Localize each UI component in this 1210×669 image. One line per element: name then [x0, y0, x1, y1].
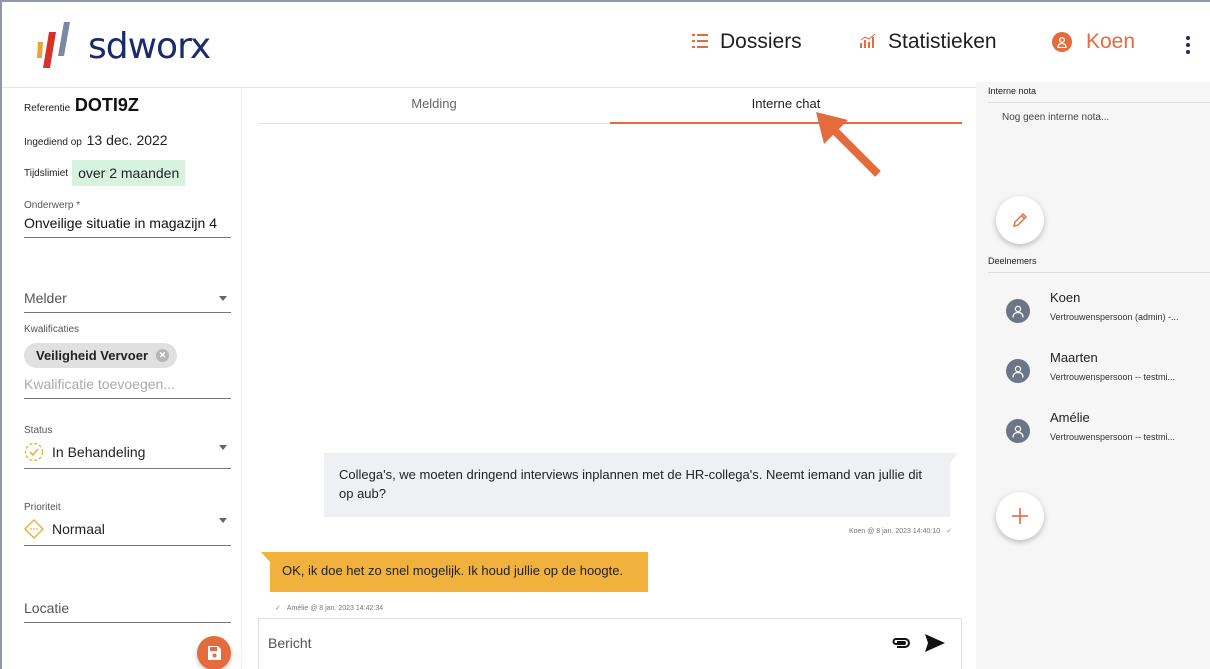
subject-field[interactable]: Onderwerp * Onveilige situatie in magazi…: [24, 200, 231, 238]
participant-role: Vertrouwenspersoon -- testmi...: [1050, 432, 1176, 442]
participant-name: Koen: [1050, 290, 1081, 305]
chevron-down-icon: [219, 518, 227, 523]
chat-message-incoming: Collega's, we moeten dringend interviews…: [324, 453, 958, 517]
location-field[interactable]: Locatie: [24, 596, 231, 623]
annotation-arrow-icon: [816, 112, 881, 177]
list-icon: [692, 32, 708, 53]
participant-name: Maarten: [1050, 350, 1098, 365]
attachment-icon[interactable]: [891, 636, 911, 650]
user-name: Koen: [1086, 30, 1136, 53]
qualification-input[interactable]: Kwalificatie toevoegen...: [24, 376, 231, 392]
save-button[interactable]: [197, 636, 231, 669]
subject-label: Onderwerp *: [24, 200, 81, 211]
priority-label: Prioriteit: [24, 502, 61, 513]
participant-role: Vertrouwenspersoon -- testmi...: [1050, 372, 1176, 382]
avatar-icon: [1006, 419, 1030, 443]
user-avatar-icon: [1052, 32, 1072, 52]
tab-melding[interactable]: Melding: [258, 88, 610, 123]
message-meta-text: Amélie @ 8 jan. 2023 14:42:34: [286, 605, 384, 612]
priority-normal-icon: [24, 519, 44, 539]
logo-text: sdworx: [88, 25, 211, 67]
nav-statistics[interactable]: Statistieken: [860, 30, 997, 54]
nav-statistics-label: Statistieken: [888, 30, 997, 53]
status-select[interactable]: Status In Behandeling: [24, 425, 231, 469]
chip-remove-icon[interactable]: ✕: [156, 349, 169, 362]
qualification-chip-label: Veiligheid Vervoer: [36, 348, 148, 363]
chat-area: Melding Interne chat Collega's, we moete…: [242, 88, 976, 669]
location-placeholder[interactable]: Locatie: [24, 600, 231, 616]
nav-dossiers-label: Dossiers: [720, 30, 802, 53]
qualifications-label: Kwalificaties: [24, 324, 80, 335]
user-menu[interactable]: Koen: [1052, 30, 1135, 54]
submitted-label: Ingediend op: [24, 137, 82, 148]
avatar-icon: [1006, 359, 1030, 383]
subject-input[interactable]: Onveilige situatie in magazijn 4: [24, 215, 231, 231]
sdworx-logo[interactable]: sdworx: [34, 22, 211, 70]
floppy-disk-icon: [208, 646, 221, 660]
reference: Referentie DOTI9Z: [24, 95, 139, 116]
priority-select[interactable]: Prioriteit Normaal: [24, 502, 231, 546]
reference-value: DOTI9Z: [74, 95, 139, 115]
edit-note-button[interactable]: [996, 196, 1044, 244]
message-meta-outgoing: ✓ Amélie @ 8 jan. 2023 14:42:34: [275, 604, 383, 612]
send-icon[interactable]: [925, 634, 945, 652]
status-value: In Behandeling: [52, 444, 146, 460]
location-underline: [24, 622, 231, 623]
participant-item[interactable]: Maarten Vertrouwenspersoon -- testmi...: [1006, 350, 1210, 394]
qualifications-field: Kwalificaties Veiligheid Vervoer ✕ Kwali…: [24, 324, 231, 399]
priority-underline: [24, 545, 231, 546]
case-details-panel: Referentie DOTI9Z Ingediend op 13 dec. 2…: [2, 88, 242, 669]
deadline-badge: over 2 maanden: [72, 160, 186, 186]
app-window: sdworx Dossiers Statistieken Koen Refere…: [0, 0, 1210, 669]
status-underline: [24, 468, 231, 469]
logo-mark-icon: [34, 22, 86, 70]
participants-header: Deelnemers: [988, 256, 1210, 273]
message-meta-text: Koen @ 8 jan. 2023 14:40:10: [848, 528, 941, 535]
status-label: Status: [24, 425, 53, 436]
qualification-underline: [24, 398, 231, 399]
in-progress-icon: [24, 442, 44, 462]
reporter-placeholder: Melder: [24, 290, 67, 306]
chart-icon: [860, 32, 876, 53]
check-icon: ✓: [275, 605, 281, 612]
reference-label: Referentie: [24, 103, 71, 114]
deadline: Tijdslimiet over 2 maanden: [24, 160, 186, 186]
participant-item[interactable]: Koen Vertrouwenspersoon (admin) -...: [1006, 290, 1210, 334]
avatar-icon: [1006, 299, 1030, 323]
tab-interne-chat[interactable]: Interne chat: [610, 88, 962, 124]
reporter-underline: [24, 312, 231, 313]
plus-icon: [1012, 508, 1028, 524]
reporter-select[interactable]: Melder: [24, 286, 231, 313]
participant-item[interactable]: Amélie Vertrouwenspersoon -- testmi...: [1006, 410, 1210, 454]
chat-message-outgoing: OK, ik doe het zo snel mogelijk. Ik houd…: [261, 552, 648, 592]
add-participant-button[interactable]: [996, 492, 1044, 540]
subject-underline: [24, 237, 231, 238]
participant-name: Amélie: [1050, 410, 1090, 425]
internal-notes-empty: Nog geen interne nota...: [1002, 112, 1110, 123]
sidebar-panel: Interne nota Nog geen interne nota... De…: [976, 82, 1210, 669]
message-meta-incoming: Koen @ 8 jan. 2023 14:40:10 ✓: [752, 527, 952, 535]
pencil-icon: [1013, 213, 1027, 227]
check-icon: ✓: [946, 528, 952, 535]
qualification-chip[interactable]: Veiligheid Vervoer ✕: [24, 343, 177, 368]
more-vert-icon[interactable]: [1186, 36, 1192, 57]
priority-value: Normaal: [52, 521, 105, 537]
submitted-date: Ingediend op 13 dec. 2022: [24, 132, 168, 148]
nav-dossiers[interactable]: Dossiers: [692, 30, 802, 54]
chevron-down-icon: [219, 296, 227, 301]
message-input[interactable]: Bericht: [268, 635, 312, 651]
participant-role: Vertrouwenspersoon (admin) -...: [1050, 312, 1179, 322]
chevron-down-icon: [219, 445, 227, 450]
internal-notes-header: Interne nota: [988, 86, 1210, 103]
message-composer[interactable]: Bericht: [258, 618, 962, 669]
top-bar: sdworx Dossiers Statistieken Koen: [2, 2, 1210, 88]
submitted-value: 13 dec. 2022: [86, 132, 168, 148]
deadline-label: Tijdslimiet: [24, 167, 69, 179]
